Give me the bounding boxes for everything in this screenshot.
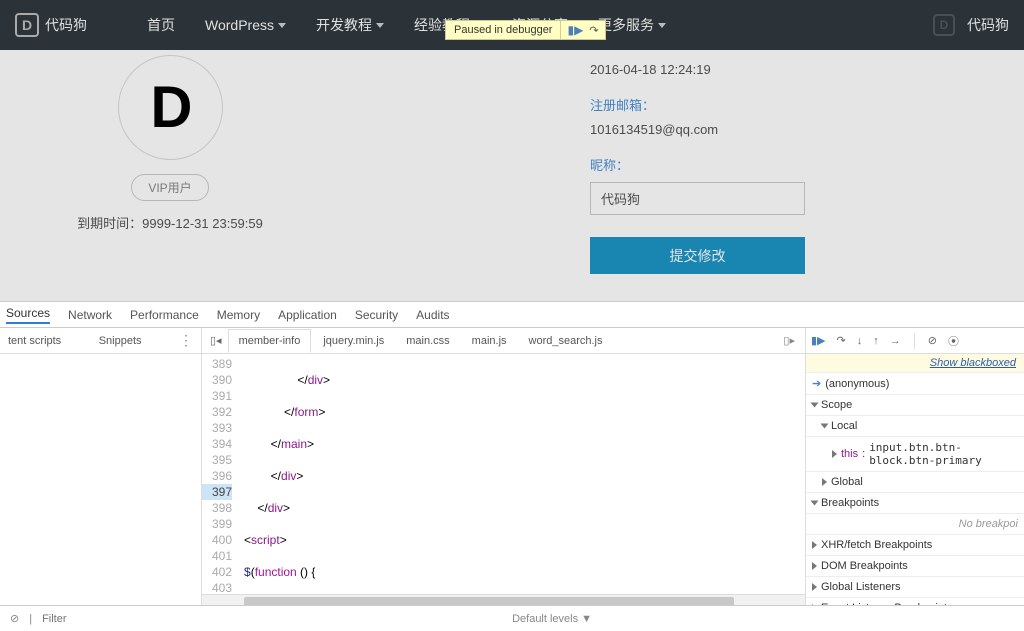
file-tab-mainjs[interactable]: main.js bbox=[462, 330, 517, 352]
expiry-text: 到期时间：9999-12-31 23:59:59 bbox=[0, 213, 340, 232]
profile-left: D VIP用户 到期时间：9999-12-31 23:59:59 bbox=[0, 50, 340, 301]
debugger-paused-text: Paused in debugger bbox=[446, 21, 560, 39]
deactivate-breakpoints-icon[interactable]: ⊘ bbox=[928, 334, 937, 347]
tab-application[interactable]: Application bbox=[278, 308, 337, 322]
console-filter-input[interactable] bbox=[42, 613, 302, 625]
blackbox-row: Show blackboxed bbox=[806, 354, 1024, 373]
nav-home[interactable]: 首页 bbox=[147, 15, 175, 35]
debugger-sidebar: ▮▶ ↷ ↓ ↑ → ⊘ ⦿ Show blackboxed ➔(anonymo… bbox=[806, 328, 1024, 631]
step-over-icon[interactable]: ↷ bbox=[589, 24, 598, 37]
dom-breakpoints[interactable]: DOM Breakpoints bbox=[806, 556, 1024, 577]
debugger-toolbar: ▮▶ ↷ ↓ ↑ → ⊘ ⦿ bbox=[806, 328, 1024, 354]
more-tabs-icon[interactable]: ▯▸ bbox=[777, 334, 801, 347]
faded-logo-icon: D bbox=[933, 14, 955, 36]
more-icon[interactable]: ⋮ bbox=[179, 332, 193, 349]
tab-memory[interactable]: Memory bbox=[217, 308, 260, 322]
tab-security[interactable]: Security bbox=[355, 308, 398, 322]
show-blackboxed-link[interactable]: Show blackboxed bbox=[930, 357, 1016, 369]
step-into-icon[interactable]: ↓ bbox=[857, 335, 863, 347]
editor-pane: ▯◂ member-info jquery.min.js main.css ma… bbox=[202, 328, 806, 631]
toggle-navigator-icon[interactable]: ▯◂ bbox=[206, 334, 226, 347]
navigator-pane: tent scripts Snippets ⋮ bbox=[0, 328, 202, 631]
nav-user-name[interactable]: 代码狗 bbox=[967, 15, 1009, 35]
scope-section[interactable]: Scope bbox=[806, 395, 1024, 416]
scope-global[interactable]: Global bbox=[806, 472, 1024, 493]
line-gutter: 3893903913923933943953963973983994004014… bbox=[202, 354, 240, 594]
console-bar: ⊘ | Default levels ▼ bbox=[0, 605, 1024, 631]
profile-right: 2016-04-18 12:24:19 注册邮箱： 1016134519@qq.… bbox=[340, 50, 1024, 301]
email-value: 1016134519@qq.com bbox=[590, 122, 1004, 137]
tab-audits[interactable]: Audits bbox=[416, 308, 449, 322]
code-editor[interactable]: 3893903913923933943953963973983994004014… bbox=[202, 354, 805, 594]
page-content: D VIP用户 到期时间：9999-12-31 23:59:59 2016-04… bbox=[0, 50, 1024, 301]
submit-button[interactable]: 提交修改 bbox=[590, 237, 805, 274]
vip-badge: VIP用户 bbox=[131, 174, 208, 201]
tab-performance[interactable]: Performance bbox=[130, 308, 199, 322]
nav-right: D 代码狗 bbox=[933, 14, 1009, 36]
global-listeners[interactable]: Global Listeners bbox=[806, 577, 1024, 598]
nav-more-services[interactable]: 更多服务 bbox=[598, 15, 666, 35]
nav-dev-tutorials[interactable]: 开发教程 bbox=[316, 15, 384, 35]
nav-tab-content-scripts[interactable]: tent scripts bbox=[8, 335, 61, 347]
console-toggle-icon[interactable]: ⊘ bbox=[10, 612, 19, 625]
caret-icon bbox=[658, 23, 666, 28]
tab-network[interactable]: Network bbox=[68, 308, 112, 322]
nickname-input[interactable] bbox=[590, 182, 805, 215]
nav-wordpress[interactable]: WordPress bbox=[205, 15, 286, 35]
debugger-paused-badge: Paused in debugger ▮▶ ↷ bbox=[445, 20, 606, 40]
step-out-icon[interactable]: ↑ bbox=[873, 335, 879, 347]
nav-tab-snippets[interactable]: Snippets bbox=[99, 335, 142, 347]
callstack-frame[interactable]: ➔(anonymous) bbox=[806, 373, 1024, 395]
file-tab-member-info[interactable]: member-info bbox=[228, 329, 312, 353]
caret-icon bbox=[278, 23, 286, 28]
log-levels[interactable]: Default levels ▼ bbox=[512, 613, 592, 625]
file-tabs: ▯◂ member-info jquery.min.js main.css ma… bbox=[202, 328, 805, 354]
step-over-icon[interactable]: ↷ bbox=[837, 334, 846, 347]
pause-exceptions-icon[interactable]: ⦿ bbox=[948, 333, 959, 349]
email-label: 注册邮箱： bbox=[590, 95, 1004, 114]
reg-time-value: 2016-04-18 12:24:19 bbox=[590, 62, 1004, 77]
xhr-breakpoints[interactable]: XHR/fetch Breakpoints bbox=[806, 535, 1024, 556]
scope-local[interactable]: Local bbox=[806, 416, 1024, 437]
logo-icon: D bbox=[15, 13, 39, 37]
no-breakpoints: No breakpoi bbox=[806, 514, 1024, 535]
devtools: Sources Network Performance Memory Appli… bbox=[0, 301, 1024, 631]
scope-this[interactable]: this: input.btn.btn-block.btn-primary bbox=[806, 437, 1024, 472]
file-tab-wordsearch[interactable]: word_search.js bbox=[519, 330, 613, 352]
brand[interactable]: D 代码狗 bbox=[15, 13, 87, 37]
step-icon[interactable]: → bbox=[890, 335, 901, 347]
file-tab-jquery[interactable]: jquery.min.js bbox=[313, 330, 394, 352]
caret-icon bbox=[376, 23, 384, 28]
avatar: D bbox=[118, 55, 223, 160]
file-tab-maincss[interactable]: main.css bbox=[396, 330, 459, 352]
code-lines: </div> </form> </main> </div> </div> <sc… bbox=[240, 354, 805, 594]
brand-text: 代码狗 bbox=[45, 15, 87, 35]
resume-icon[interactable]: ▮▶ bbox=[811, 334, 826, 347]
devtools-tabs: Sources Network Performance Memory Appli… bbox=[0, 302, 1024, 328]
console-sep: | bbox=[29, 613, 32, 625]
tab-sources[interactable]: Sources bbox=[6, 306, 50, 324]
breakpoints-section[interactable]: Breakpoints bbox=[806, 493, 1024, 514]
resume-icon[interactable]: ▮▶ bbox=[567, 23, 583, 37]
nickname-label: 昵称： bbox=[590, 155, 1004, 174]
